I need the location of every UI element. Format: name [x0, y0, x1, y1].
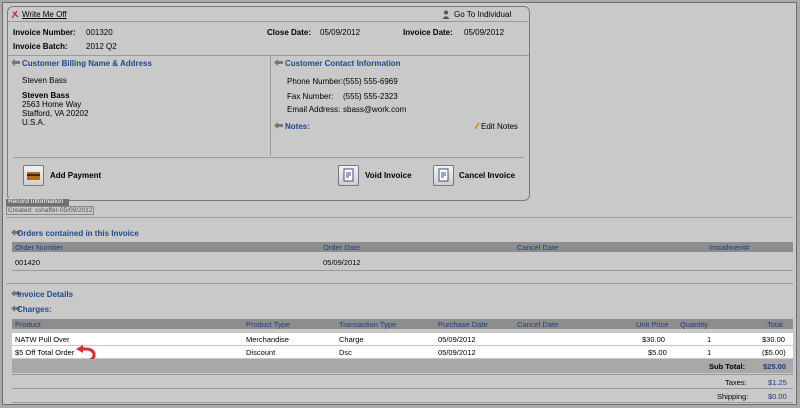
add-payment-button[interactable] — [23, 165, 44, 186]
write-off-icon[interactable] — [11, 10, 19, 21]
invoice-batch-value: 2012 Q2 — [86, 42, 117, 51]
taxes-value: $1.25 — [768, 378, 787, 387]
product-type-cell: Merchandise — [246, 335, 289, 344]
address-name: Steven Bass — [22, 91, 70, 100]
orders-col-installment: Installment# — [709, 243, 750, 252]
divider — [12, 388, 793, 389]
taxes-label: Taxes: — [725, 378, 747, 387]
record-info-title: Record Information — [8, 198, 64, 205]
col-purchase-date: Purchase Date — [438, 320, 488, 329]
email-value: sbass@work.com — [343, 105, 407, 114]
purchase-date-cell: 05/09/2012 — [438, 335, 476, 344]
col-transaction-type: Transaction Type — [339, 320, 397, 329]
cancel-invoice-button[interactable] — [433, 165, 454, 186]
fax-value: (555) 555-2323 — [343, 92, 398, 101]
product-cell: NATW Pull Over — [15, 335, 70, 344]
orders-col-order-date: Order Date — [323, 243, 361, 252]
document-icon — [438, 168, 449, 182]
divider — [8, 55, 529, 56]
phone-label: Phone Number: — [287, 77, 344, 86]
subtotal-bar — [12, 359, 793, 373]
col-quantity: Quantity — [680, 320, 708, 329]
unit-price-cell: $5.00 — [648, 348, 667, 357]
invoice-date-label: Invoice Date: — [403, 28, 453, 37]
address-city: Stafford, VA 20202 — [22, 109, 89, 118]
col-product: Product — [15, 320, 41, 329]
void-invoice-button[interactable] — [338, 165, 359, 186]
subtotal-value: $25.00 — [763, 362, 786, 371]
document-icon — [343, 168, 354, 182]
close-date-value: 05/09/2012 — [320, 28, 361, 37]
table-row[interactable]: NATW Pull Over Merchandise Charge 05/09/… — [12, 333, 793, 345]
phone-value: (555) 555-6969 — [343, 77, 398, 86]
contact-section-icon — [274, 59, 283, 68]
col-unit-price: Unit Price — [636, 320, 669, 329]
order-number-cell[interactable]: 001420 — [15, 258, 40, 267]
address-street: 2563 Home Way — [22, 100, 82, 109]
divider — [13, 157, 524, 158]
invoice-number-label: Invoice Number: — [13, 28, 76, 37]
quantity-cell: 1 — [707, 348, 712, 357]
product-type-cell: Discount — [246, 348, 276, 357]
quantity-cell: 1 — [707, 335, 712, 344]
orders-col-order-number: Order Number — [15, 243, 63, 252]
close-date-label: Close Date: — [267, 28, 312, 37]
transaction-type-cell: Charge — [339, 335, 364, 344]
divider — [12, 402, 793, 403]
total-cell: $30.00 — [762, 335, 785, 344]
divider — [8, 21, 529, 22]
billing-name: Steven Bass — [22, 76, 67, 85]
orders-table-header: Order Number Order Date Cancel Date Inst… — [12, 242, 793, 252]
person-icon[interactable] — [442, 10, 450, 21]
invoice-window: Write Me Off Go To Individual Invoice Nu… — [2, 2, 797, 405]
write-off-link[interactable]: Write Me Off — [22, 10, 67, 19]
record-created: Created: sshaffer-05/09/2012 — [6, 206, 95, 215]
col-cancel-date: Cancel Date — [517, 320, 559, 329]
orders-section-title: Orders contained in this Invoice — [17, 229, 139, 238]
add-payment-label[interactable]: Add Payment — [50, 171, 101, 180]
email-label: Email Address: — [287, 105, 341, 114]
col-product-type: Product Type — [246, 320, 291, 329]
fax-label: Fax Number: — [287, 92, 334, 101]
purchase-date-cell: 05/09/2012 — [438, 348, 476, 357]
edit-notes-icon[interactable] — [474, 122, 480, 132]
shipping-value: $0.00 — [768, 392, 787, 401]
contact-section-title: Customer Contact Information — [285, 59, 401, 68]
address-country: U.S.A. — [22, 118, 46, 127]
divider — [6, 283, 793, 284]
edit-notes-link[interactable]: Edit Notes — [481, 122, 518, 131]
invoice-summary-panel: Write Me Off Go To Individual Invoice Nu… — [7, 6, 530, 201]
go-to-individual-link[interactable]: Go To Individual — [454, 10, 511, 19]
invoice-date-value: 05/09/2012 — [464, 28, 505, 37]
notes-label: Notes: — [285, 122, 310, 131]
credit-card-icon — [27, 172, 40, 180]
cancel-invoice-label[interactable]: Cancel Invoice — [459, 171, 515, 180]
transaction-type-cell: Dsc — [339, 348, 352, 357]
divider — [12, 270, 793, 271]
details-section-title: Invoice Details — [17, 290, 74, 299]
table-row[interactable]: $5 Off Total Order Discount Dsc 05/09/20… — [12, 346, 793, 358]
charges-table-header: Product Product Type Transaction Type Pu… — [12, 319, 793, 329]
divider — [6, 217, 793, 218]
invoice-batch-label: Invoice Batch: — [13, 42, 68, 51]
divider — [12, 374, 793, 375]
col-total: Total — [767, 320, 783, 329]
billing-section-title: Customer Billing Name & Address — [22, 59, 152, 68]
subtotal-label: Sub Total: — [709, 362, 746, 371]
invoice-number-value: 001320 — [86, 28, 113, 37]
charges-title: Charges: — [17, 305, 52, 314]
unit-price-cell: $30.00 — [642, 335, 665, 344]
table-row[interactable]: 001420 05/09/2012 — [12, 256, 793, 268]
order-date-cell: 05/09/2012 — [323, 258, 361, 267]
billing-section-icon — [11, 59, 20, 68]
void-invoice-label[interactable]: Void Invoice — [365, 171, 412, 180]
notes-icon — [274, 122, 283, 131]
total-cell: ($5.00) — [762, 348, 786, 357]
orders-col-cancel-date: Cancel Date — [517, 243, 559, 252]
product-cell: $5 Off Total Order — [15, 348, 75, 357]
divider — [270, 56, 271, 156]
shipping-label: Shipping: — [717, 392, 749, 401]
